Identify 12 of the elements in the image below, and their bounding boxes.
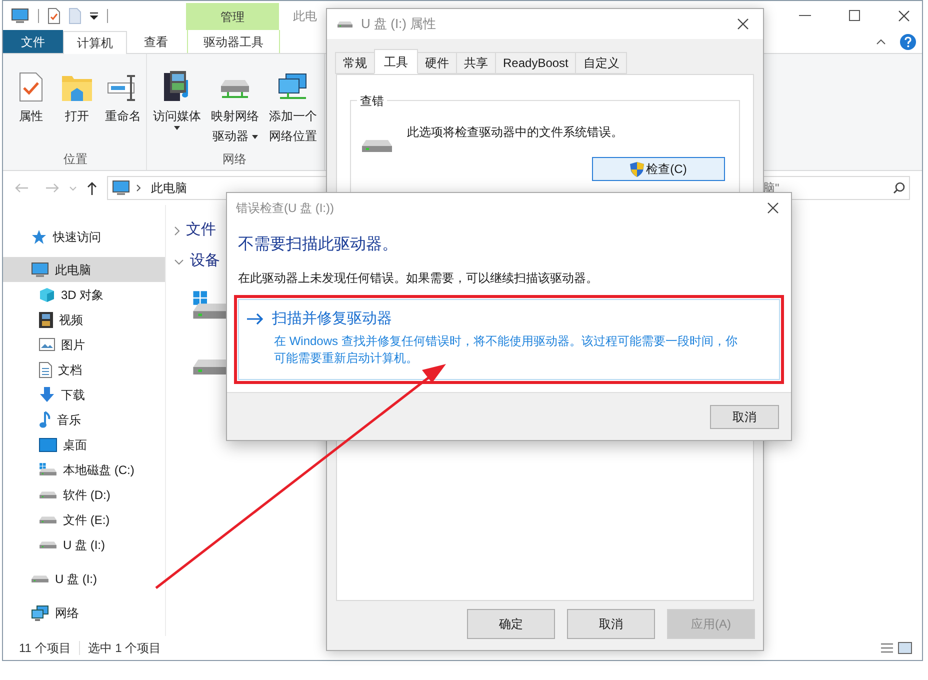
ribbon-group-label: 网络 bbox=[222, 151, 248, 168]
dialog-heading: 不需要扫描此驱动器。 bbox=[237, 234, 399, 255]
ribbon-group-label: 位置 bbox=[62, 151, 88, 168]
message-text: 在此驱动器上未发现任何错误。如果需要，可以继续扫描该驱动器。 bbox=[237, 270, 599, 287]
dialog-title: 错误检查(U 盘 (I:)) bbox=[236, 200, 334, 217]
window-title: 此电 bbox=[293, 8, 317, 24]
context-tab-header: 管理 bbox=[186, 3, 279, 30]
status-text: 选中 1 个项目 bbox=[88, 640, 162, 657]
address-path: 此电脑 bbox=[151, 180, 187, 197]
status-text: 11 个项目 bbox=[19, 640, 71, 657]
description-text: 此选项将检查驱动器中的文件系统错误。 bbox=[407, 124, 623, 141]
dialog-title: U 盘 (I:) 属性 bbox=[361, 15, 436, 34]
